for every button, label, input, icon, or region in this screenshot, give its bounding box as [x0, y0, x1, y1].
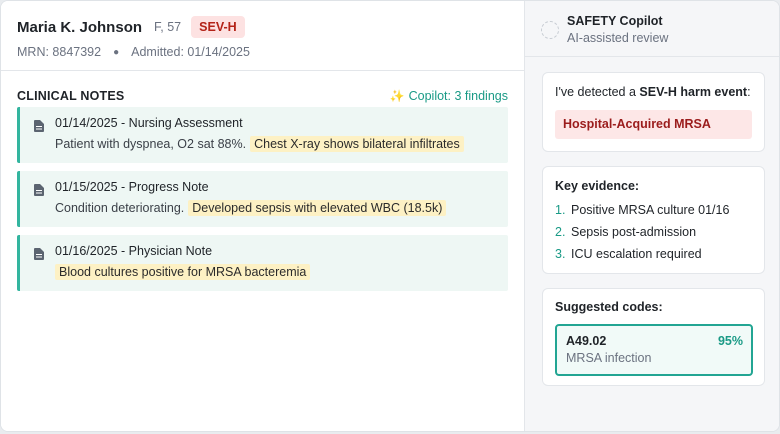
- code-description: MRSA infection: [566, 351, 652, 365]
- findings-label: Copilot: 3 findings: [408, 88, 508, 103]
- evidence-item: 2. Sepsis post-admission: [555, 225, 696, 239]
- suggested-code-option[interactable]: A49.02 95% MRSA infection: [555, 324, 753, 376]
- patient-pane: Maria K. Johnson F, 57 SEV-H MRN: 884739…: [1, 1, 524, 431]
- note-body: Patient with dyspnea, O2 sat 88%. Chest …: [55, 136, 508, 152]
- codes-card: Suggested codes: A49.02 95% MRSA infecti…: [542, 288, 765, 386]
- evidence-card: Key evidence: 1. Positive MRSA culture 0…: [542, 166, 765, 274]
- severity-badge: SEV-H: [191, 16, 245, 38]
- copilot-title: SAFETY Copilot: [567, 14, 663, 28]
- note-highlight[interactable]: Blood cultures positive for MRSA bactere…: [55, 264, 311, 280]
- document-icon: [34, 120, 44, 132]
- note-text: Condition deteriorating.: [55, 201, 185, 215]
- note-card[interactable]: 01/14/2025 - Nursing Assessment Patient …: [17, 107, 508, 163]
- copilot-findings-link[interactable]: ✨ Copilot: 3 findings: [390, 89, 508, 103]
- harm-event-label: Hospital-Acquired MRSA: [555, 110, 752, 139]
- patient-demographics: F, 57: [154, 20, 182, 34]
- separator-dot: ●: [113, 46, 120, 58]
- admitted-date: Admitted: 01/14/2025: [131, 45, 250, 59]
- evidence-item: 3. ICU escalation required: [555, 247, 702, 261]
- note-text: Patient with dyspnea, O2 sat 88%.: [55, 137, 247, 151]
- evidence-number: 1.: [555, 203, 566, 217]
- evidence-item: 1. Positive MRSA culture 01/16: [555, 203, 729, 217]
- note-card[interactable]: 01/15/2025 - Progress Note Condition det…: [17, 171, 508, 227]
- note-highlight[interactable]: Chest X-ray shows bilateral infiltrates: [250, 136, 464, 152]
- codes-title: Suggested codes:: [555, 300, 663, 314]
- code-id: A49.02: [566, 334, 607, 348]
- note-body: Condition deteriorating. Developed sepsi…: [55, 200, 508, 216]
- patient-header: Maria K. Johnson F, 57 SEV-H MRN: 884739…: [1, 1, 524, 71]
- note-card[interactable]: 01/16/2025 - Physician Note Blood cultur…: [17, 235, 508, 291]
- detection-message: I've detected a SEV-H harm event:: [555, 85, 751, 99]
- code-confidence: 95%: [717, 334, 743, 348]
- document-icon: [34, 184, 44, 196]
- copilot-subtitle: AI-assisted review: [567, 31, 669, 45]
- evidence-number: 2.: [555, 225, 566, 239]
- detection-prefix: I've detected a: [555, 85, 636, 99]
- sparkle-icon: ✨: [389, 88, 405, 103]
- evidence-title: Key evidence:: [555, 179, 640, 193]
- note-title: 01/16/2025 - Physician Note: [55, 244, 213, 258]
- note-body: Blood cultures positive for MRSA bactere…: [55, 264, 508, 280]
- detection-card: I've detected a SEV-H harm event: Hospit…: [542, 72, 765, 152]
- note-title: 01/14/2025 - Nursing Assessment: [55, 116, 243, 130]
- notes-header: CLINICAL NOTES ✨ Copilot: 3 findings: [1, 71, 524, 107]
- notes-title: CLINICAL NOTES: [17, 88, 125, 103]
- document-icon: [34, 248, 44, 260]
- evidence-text: Sepsis post-admission: [571, 225, 697, 239]
- patient-name: Maria K. Johnson: [17, 18, 143, 36]
- detection-suffix: :: [747, 85, 751, 99]
- copilot-header: SAFETY Copilot AI-assisted review: [525, 1, 779, 57]
- loading-spinner-icon: [541, 21, 559, 39]
- note-title: 01/15/2025 - Progress Note: [55, 180, 209, 194]
- copilot-pane: SAFETY Copilot AI-assisted review I've d…: [524, 1, 779, 431]
- evidence-text: ICU escalation required: [571, 247, 702, 261]
- evidence-number: 3.: [555, 247, 566, 261]
- app-window: Maria K. Johnson F, 57 SEV-H MRN: 884739…: [0, 0, 780, 432]
- detection-severity: SEV-H harm event: [639, 85, 748, 99]
- evidence-text: Positive MRSA culture 01/16: [571, 203, 730, 217]
- patient-mrn: MRN: 8847392: [17, 45, 102, 59]
- note-highlight[interactable]: Developed sepsis with elevated WBC (18.5…: [188, 200, 447, 216]
